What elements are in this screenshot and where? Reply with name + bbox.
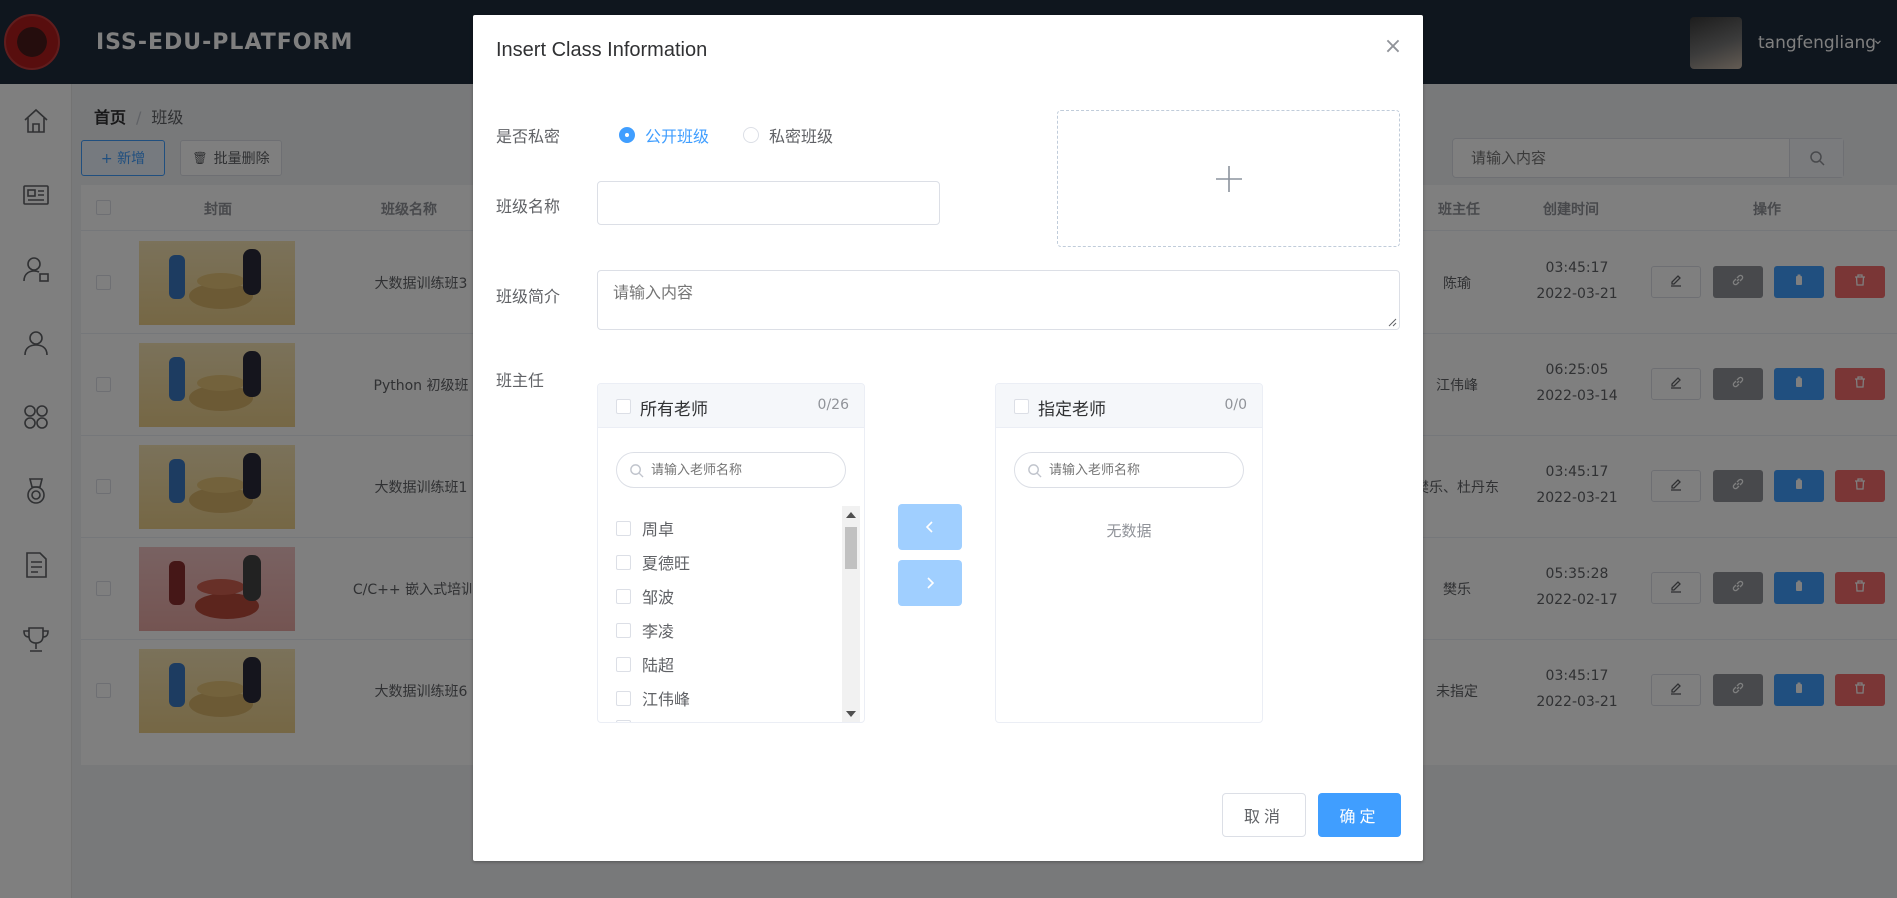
teacher-list: 周卓夏德旺邹波李凌陆超江伟峰 (598, 506, 864, 722)
radio-dot (619, 127, 635, 143)
chevron-right-icon (927, 577, 935, 589)
teacher-list-item[interactable]: 邹波 (616, 584, 674, 608)
chevron-left-icon (925, 521, 933, 533)
radio-dot (743, 127, 759, 143)
teacher-checkbox[interactable] (616, 656, 631, 672)
assigned-search-input[interactable] (1015, 453, 1243, 487)
teacher-checkbox[interactable] (616, 622, 631, 638)
panel-count: 0/26 (817, 397, 849, 413)
teacher-name: 陆超 (642, 656, 675, 675)
teacher-name: 夏德旺 (642, 554, 691, 573)
radio-public-label: 公开班级 (645, 127, 710, 146)
search-icon (630, 464, 644, 478)
assigned-teachers-checkbox[interactable] (1014, 399, 1029, 414)
search-icon (1028, 464, 1042, 478)
confirm-button[interactable]: 确定 (1318, 793, 1401, 837)
panel-header: 指定老师 0/0 (996, 384, 1262, 428)
teacher-name: 邹波 (642, 588, 675, 607)
teacher-name: 李凌 (642, 622, 675, 641)
resize-handle-icon[interactable] (1387, 317, 1397, 327)
teacher-checkbox[interactable] (616, 554, 631, 570)
radio-private[interactable]: 私密班级 (743, 123, 833, 147)
intro-field (597, 270, 1400, 330)
scroll-thumb[interactable] (845, 527, 857, 569)
teacher-checkbox[interactable] (616, 588, 631, 604)
teacher-list-item[interactable]: 周卓 (616, 516, 674, 540)
insert-class-dialog: Insert Class Information × 是否私密 公开班级 私密班… (473, 15, 1423, 861)
move-right-button[interactable] (898, 560, 962, 606)
panel-title: 指定老师 (1038, 400, 1106, 420)
cancel-button[interactable]: 取消 (1222, 793, 1306, 837)
teacher-search (616, 452, 846, 488)
all-teachers-checkbox[interactable] (616, 399, 631, 414)
all-teachers-panel: 所有老师 0/26 周卓夏德旺邹波李凌陆超江伟峰 (597, 383, 865, 723)
teacher-checkbox[interactable] (616, 690, 631, 706)
panel-title: 所有老师 (640, 400, 708, 420)
teacher-checkbox[interactable] (616, 520, 631, 536)
scrollbar[interactable] (842, 506, 860, 722)
teacher-name: 周卓 (642, 520, 675, 539)
intro-label: 班级简介 (496, 287, 561, 306)
scroll-up-icon[interactable] (846, 512, 856, 518)
scroll-down-icon[interactable] (846, 711, 856, 717)
dialog-title: Insert Class Information (496, 39, 708, 61)
plus-icon (1215, 165, 1242, 192)
class-name-label: 班级名称 (496, 197, 561, 216)
class-name-field (597, 181, 940, 225)
teacher-checkbox[interactable] (616, 720, 631, 722)
cover-uploader[interactable] (1057, 110, 1400, 247)
teacher-list-item[interactable]: 夏德旺 (616, 550, 690, 574)
move-left-button[interactable] (898, 504, 962, 550)
teacher-label: 班主任 (496, 371, 545, 390)
close-icon[interactable]: × (1383, 36, 1403, 58)
radio-private-label: 私密班级 (769, 127, 834, 146)
radio-public[interactable]: 公开班级 (619, 123, 709, 147)
panel-header: 所有老师 0/26 (598, 384, 864, 428)
teacher-list-item[interactable]: 李凌 (616, 618, 674, 642)
class-name-input[interactable] (598, 182, 939, 224)
panel-count: 0/0 (1224, 397, 1247, 413)
empty-text: 无数据 (1106, 522, 1152, 540)
privacy-label: 是否私密 (496, 127, 561, 146)
teacher-search (1014, 452, 1244, 488)
assigned-teachers-panel: 指定老师 0/0 无数据 (995, 383, 1263, 723)
teacher-list-item[interactable]: 江伟峰 (616, 686, 690, 710)
teacher-list-item[interactable]: 陆超 (616, 652, 674, 676)
teacher-list-item-partial[interactable] (616, 720, 642, 722)
teacher-name: 江伟峰 (642, 690, 691, 709)
intro-textarea[interactable] (598, 271, 1399, 329)
teacher-search-input[interactable] (617, 453, 845, 487)
